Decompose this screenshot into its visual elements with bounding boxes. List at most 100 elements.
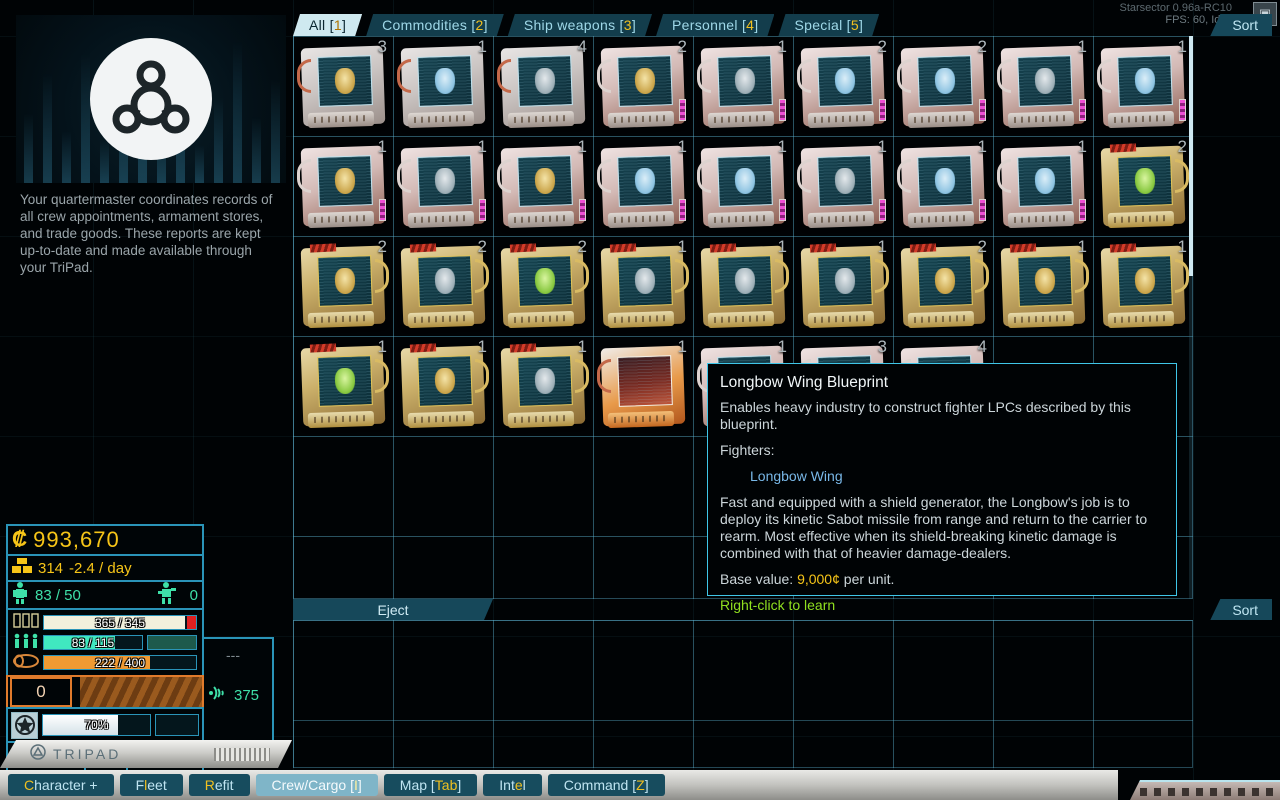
cargo-item-slot[interactable]: 1 bbox=[693, 136, 793, 236]
cargo-item-slot[interactable]: 1 bbox=[1093, 36, 1193, 136]
blueprint-icon bbox=[1097, 45, 1186, 129]
cargo-item-slot[interactable]: 2 bbox=[493, 236, 593, 336]
fps-text: FPS: 60, Idle: bbox=[1165, 14, 1232, 26]
tooltip-summary: Enables heavy industry to construct figh… bbox=[720, 399, 1131, 432]
nav-button-6[interactable]: Command [Z] bbox=[547, 774, 665, 796]
item-quantity: 2 bbox=[577, 237, 587, 256]
cargo-item-slot[interactable]: 1 bbox=[593, 336, 693, 436]
tooltip-description: Fast and equipped with a shield generato… bbox=[720, 494, 1148, 561]
sort-bottom-button[interactable]: Sort bbox=[1210, 599, 1272, 620]
blueprint-icon bbox=[597, 45, 686, 129]
supplies-bar-icon bbox=[13, 612, 39, 633]
storage-panel[interactable] bbox=[293, 620, 1193, 768]
cargo-item-slot[interactable]: 1 bbox=[793, 136, 893, 236]
nav-button-0[interactable]: Character + bbox=[8, 774, 114, 796]
cargo-item-slot[interactable]: 1 bbox=[393, 336, 493, 436]
blueprint-icon bbox=[1000, 243, 1089, 329]
storage-border bbox=[293, 620, 1193, 768]
item-quantity: 1 bbox=[477, 37, 487, 56]
capacity-bars: 365 / 345 83 / 115 222 / 400 bbox=[6, 608, 204, 677]
item-quantity: 1 bbox=[477, 337, 487, 356]
cargo-item-slot[interactable]: 2 bbox=[893, 236, 993, 336]
item-quantity: 3 bbox=[877, 337, 887, 356]
item-quantity: 1 bbox=[1077, 37, 1087, 56]
tab-0[interactable]: All [1] bbox=[293, 14, 362, 36]
nav-hotkey: Z bbox=[636, 777, 645, 793]
cargo-item-slot[interactable]: 1 bbox=[393, 136, 493, 236]
tripad-label: TRIPAD bbox=[53, 746, 122, 762]
cargo-item-slot[interactable]: 1 bbox=[1093, 236, 1193, 336]
item-quantity: 1 bbox=[877, 137, 887, 156]
item-quantity: 1 bbox=[477, 137, 487, 156]
nav-button-5[interactable]: Int e l bbox=[483, 774, 542, 796]
nav-pre: F bbox=[135, 777, 145, 793]
cargo-item-slot[interactable]: 2 bbox=[893, 36, 993, 136]
tab-suffix: ] bbox=[631, 17, 637, 33]
item-quantity: 1 bbox=[577, 337, 587, 356]
supplies-row: 314 -2.4 / day bbox=[6, 554, 204, 582]
tab-2[interactable]: Ship weapons [3] bbox=[508, 14, 652, 36]
cargo-item-slot[interactable]: 2 bbox=[293, 236, 393, 336]
nav-button-3[interactable]: Crew/Cargo [I] bbox=[255, 774, 378, 796]
tab-1[interactable]: Commodities [2] bbox=[366, 14, 504, 36]
fuel-bar: 222 / 400 bbox=[10, 653, 200, 672]
cargo-item-slot[interactable]: 2 bbox=[393, 236, 493, 336]
cargo-item-slot[interactable]: 1 bbox=[293, 136, 393, 236]
cargo-item-slot[interactable]: 1 bbox=[493, 136, 593, 236]
blueprint-icon bbox=[797, 145, 886, 229]
scrollbar-thumb[interactable] bbox=[1189, 36, 1193, 276]
tab-label: Commodities [ bbox=[382, 17, 476, 33]
cargo-item-slot[interactable]: 3 bbox=[293, 36, 393, 136]
item-quantity: 1 bbox=[1177, 237, 1187, 256]
blueprint-icon bbox=[997, 145, 1086, 229]
nav-hotkey: e bbox=[514, 777, 523, 793]
cargo-item-slot[interactable]: 2 bbox=[1093, 136, 1193, 236]
nav-button-2[interactable]: Refit bbox=[188, 774, 250, 796]
cargo-item-slot[interactable]: 1 bbox=[993, 36, 1093, 136]
blueprint-icon bbox=[800, 243, 889, 329]
nav-post: haracter + bbox=[34, 777, 98, 793]
nav-post: ] bbox=[644, 777, 649, 793]
base-value-amount: 9,000¢ bbox=[797, 571, 840, 587]
tooltip-corner-tr bbox=[1165, 363, 1177, 375]
nav-pre: Crew/Cargo [ bbox=[271, 777, 354, 793]
cargo-item-slot[interactable]: 1 bbox=[893, 136, 993, 236]
item-quantity: 1 bbox=[1077, 237, 1087, 256]
blueprint-icon bbox=[297, 145, 386, 229]
star-icon bbox=[11, 711, 38, 739]
supplies-bar-text: 365 / 345 bbox=[94, 615, 146, 630]
tooltip-fighter-name: Longbow Wing bbox=[750, 468, 843, 484]
nav-button-4[interactable]: Map [Tab] bbox=[383, 774, 478, 796]
item-quantity: 4 bbox=[977, 337, 987, 356]
game-screen: Starsector 0.96a-RC10 FPS: 60, Idle: ▣ A… bbox=[0, 0, 1280, 800]
credits-icon: ₡ bbox=[12, 528, 28, 551]
cargo-item-slot[interactable]: 1 bbox=[593, 236, 693, 336]
credits-row: ₡ 993,670 bbox=[6, 524, 204, 556]
item-quantity: 2 bbox=[377, 237, 387, 256]
cargo-item-slot[interactable]: 1 bbox=[693, 36, 793, 136]
tab-4[interactable]: Special [5] bbox=[778, 14, 879, 36]
blueprint-icon bbox=[400, 343, 489, 429]
nav-button-1[interactable]: Fl eet bbox=[119, 774, 183, 796]
item-quantity: 1 bbox=[377, 337, 387, 356]
supplies-value: 314 bbox=[38, 559, 64, 577]
cargo-item-slot[interactable]: 2 bbox=[793, 36, 893, 136]
cargo-item-slot[interactable]: 1 bbox=[793, 236, 893, 336]
cargo-item-slot[interactable]: 1 bbox=[593, 136, 693, 236]
cargo-item-slot[interactable]: 1 bbox=[393, 36, 493, 136]
cargo-item-slot[interactable]: 1 bbox=[293, 336, 393, 436]
cargo-item-slot[interactable]: 1 bbox=[493, 336, 593, 436]
eject-button[interactable]: Eject bbox=[293, 599, 493, 620]
tab-hotkey: 4 bbox=[746, 17, 755, 33]
cargo-item-slot[interactable]: 1 bbox=[993, 136, 1093, 236]
tab-3[interactable]: Personnel [4] bbox=[656, 14, 774, 36]
tab-hotkey: 1 bbox=[333, 17, 342, 33]
cargo-item-slot[interactable]: 1 bbox=[693, 236, 793, 336]
cargo-space-bar bbox=[80, 677, 202, 707]
cargo-item-slot[interactable]: 2 bbox=[593, 36, 693, 136]
sort-top-button[interactable]: Sort bbox=[1210, 14, 1272, 36]
tab-hotkey: 3 bbox=[623, 17, 632, 33]
cargo-item-slot[interactable]: 1 bbox=[993, 236, 1093, 336]
cargo-scrollbar[interactable] bbox=[1189, 36, 1193, 599]
cargo-item-slot[interactable]: 4 bbox=[493, 36, 593, 136]
